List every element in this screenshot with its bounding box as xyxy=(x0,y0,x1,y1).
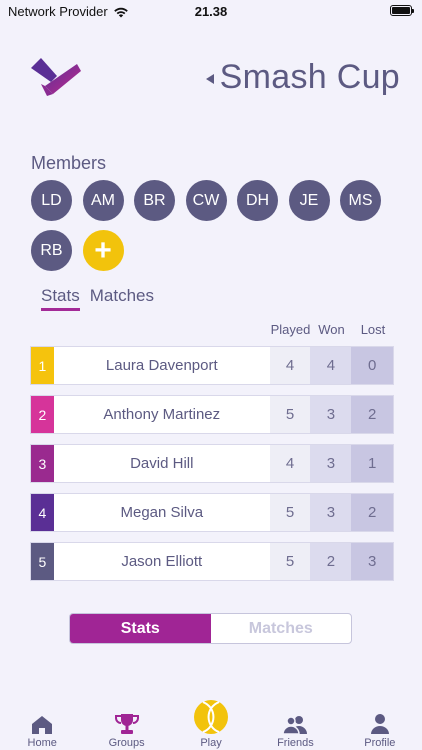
player-name: Laura Davenport xyxy=(53,347,270,384)
played-cell: 4 xyxy=(269,445,311,482)
tab-matches[interactable]: Matches xyxy=(90,286,154,311)
friends-icon xyxy=(282,716,308,735)
player-name: Megan Silva xyxy=(53,494,270,531)
played-cell: 5 xyxy=(269,543,311,580)
status-time: 21.38 xyxy=(194,4,228,19)
page-title: Smash Cup xyxy=(219,58,400,96)
lost-cell: 2 xyxy=(351,396,394,433)
table-row[interactable]: 5 Jason Elliott 5 2 3 xyxy=(30,542,394,581)
member-avatar[interactable]: BR xyxy=(134,180,175,221)
member-list: LD AM BR CW DH JE MS RB + xyxy=(31,180,391,271)
lost-cell: 1 xyxy=(351,445,394,482)
matches-toggle-button[interactable]: Matches xyxy=(211,614,352,643)
member-avatar[interactable]: JE xyxy=(288,180,330,221)
member-avatar[interactable]: AM xyxy=(82,180,124,221)
bottom-nav: Home Groups Play Friends Profile xyxy=(0,698,422,750)
add-member-button[interactable]: + xyxy=(82,230,124,271)
lost-cell: 0 xyxy=(351,347,394,384)
member-avatar[interactable]: RB xyxy=(31,230,72,271)
member-avatar[interactable]: DH xyxy=(237,180,278,221)
nav-profile[interactable]: Profile xyxy=(338,698,422,750)
rank-badge: 1 xyxy=(31,347,54,384)
nav-play[interactable]: Play xyxy=(169,698,253,750)
member-avatar[interactable]: CW xyxy=(185,180,227,221)
nav-label: Groups xyxy=(108,737,145,749)
member-avatar[interactable]: LD xyxy=(31,180,72,221)
table-header: Played Won Lost xyxy=(270,322,394,337)
tab-stats[interactable]: Stats xyxy=(41,286,80,311)
won-cell: 4 xyxy=(310,347,352,384)
standings-table: 1 Laura Davenport 4 4 0 2 Anthony Martin… xyxy=(30,346,394,591)
player-name: Jason Elliott xyxy=(53,543,270,580)
status-bar: Network Provider 21.38 xyxy=(0,0,422,22)
player-name: David Hill xyxy=(53,445,270,482)
table-row[interactable]: 3 David Hill 4 3 1 xyxy=(30,444,394,483)
back-arrow-icon[interactable] xyxy=(205,73,214,84)
nav-label: Home xyxy=(27,737,57,749)
nav-groups[interactable]: Groups xyxy=(84,698,168,750)
view-tabs: Stats Matches xyxy=(41,286,154,311)
tennis-ball-icon xyxy=(194,700,229,734)
played-cell: 5 xyxy=(269,494,311,531)
rank-badge: 3 xyxy=(31,445,54,482)
col-header-lost: Lost xyxy=(360,322,386,337)
nav-home[interactable]: Home xyxy=(0,698,84,750)
won-cell: 3 xyxy=(310,445,352,482)
rank-badge: 2 xyxy=(31,396,54,433)
table-row[interactable]: 1 Laura Davenport 4 4 0 xyxy=(30,346,394,385)
lost-cell: 2 xyxy=(351,494,394,531)
won-cell: 3 xyxy=(310,396,352,433)
player-name: Anthony Martinez xyxy=(53,396,270,433)
header-title-group[interactable]: Smash Cup xyxy=(205,58,400,97)
lost-cell: 3 xyxy=(351,543,394,580)
table-row[interactable]: 4 Megan Silva 5 3 2 xyxy=(30,493,394,532)
nav-label: Play xyxy=(200,737,222,749)
played-cell: 4 xyxy=(269,347,311,384)
col-header-won: Won xyxy=(318,322,345,337)
table-row[interactable]: 2 Anthony Martinez 5 3 2 xyxy=(30,395,394,434)
col-header-played: Played xyxy=(270,322,311,337)
view-toggle: Stats Matches xyxy=(69,613,352,644)
home-icon xyxy=(32,716,53,734)
played-cell: 5 xyxy=(269,396,311,433)
nav-friends[interactable]: Friends xyxy=(253,698,337,750)
won-cell: 3 xyxy=(310,494,352,531)
profile-icon xyxy=(370,714,389,734)
rank-badge: 5 xyxy=(31,543,54,580)
rank-badge: 4 xyxy=(31,494,54,531)
trophy-icon xyxy=(114,714,139,734)
stats-toggle-button[interactable]: Stats xyxy=(70,614,211,643)
member-avatar[interactable]: MS xyxy=(340,180,381,221)
nav-label: Friends xyxy=(277,737,314,749)
won-cell: 2 xyxy=(310,543,352,580)
members-label: Members xyxy=(31,153,107,173)
app-logo xyxy=(31,58,81,96)
nav-label: Profile xyxy=(364,737,396,749)
battery-icon xyxy=(390,5,414,16)
